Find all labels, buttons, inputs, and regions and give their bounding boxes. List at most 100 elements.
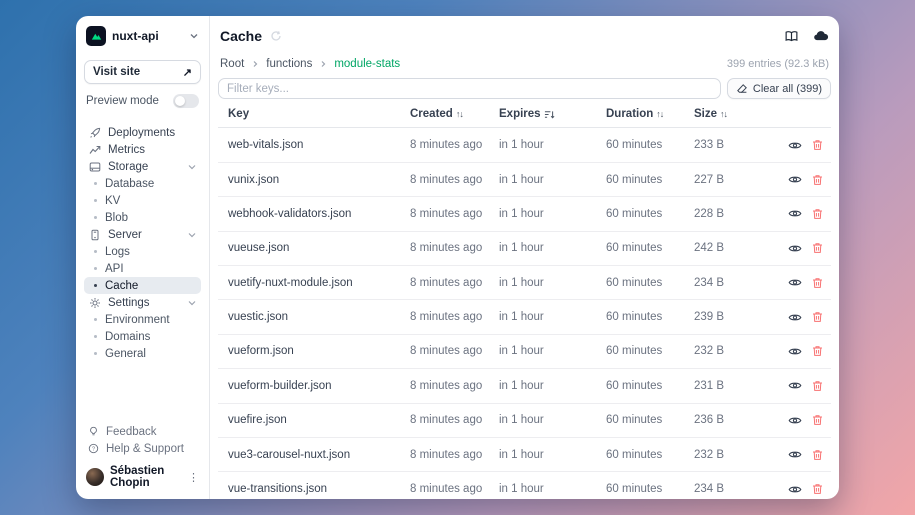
- view-eye-icon[interactable]: [788, 208, 802, 219]
- row-actions: [782, 449, 831, 461]
- sidebar-item-database[interactable]: Database: [84, 175, 201, 192]
- sidebar-nav: Deployments Metrics Storage Database K: [84, 124, 201, 362]
- view-eye-icon[interactable]: [788, 415, 802, 426]
- view-eye-icon[interactable]: [788, 380, 802, 391]
- column-header-created[interactable]: Created↑↓: [410, 108, 499, 120]
- sidebar-spacer: [84, 362, 201, 423]
- sidebar-item-metrics[interactable]: Metrics: [84, 141, 201, 158]
- row-actions: [782, 242, 831, 254]
- expires-cell: in 1 hour: [499, 414, 606, 426]
- help-support-button[interactable]: ? Help & Support: [84, 440, 201, 457]
- svg-text:?: ?: [92, 447, 95, 453]
- column-header-expires[interactable]: Expires: [499, 108, 606, 120]
- sort-icon[interactable]: ↑↓: [720, 109, 727, 119]
- breadcrumb-root[interactable]: Root: [220, 58, 244, 70]
- duration-cell: 60 minutes: [606, 277, 694, 289]
- view-eye-icon[interactable]: [788, 484, 802, 495]
- table-row: vue-transitions.json 8 minutes ago in 1 …: [218, 472, 831, 499]
- sidebar-item-deployments[interactable]: Deployments: [84, 124, 201, 141]
- table-header: Key Created↑↓ Expires Duration↑↓ Size↑↓: [218, 101, 831, 128]
- delete-trash-icon[interactable]: [812, 483, 823, 495]
- delete-trash-icon[interactable]: [812, 414, 823, 426]
- bullet-icon: [94, 284, 97, 287]
- delete-trash-icon[interactable]: [812, 139, 823, 151]
- delete-trash-icon[interactable]: [812, 380, 823, 392]
- view-eye-icon[interactable]: [788, 243, 802, 254]
- delete-trash-icon[interactable]: [812, 242, 823, 254]
- table-body: web-vitals.json 8 minutes ago in 1 hour …: [218, 128, 831, 499]
- help-circle-icon: ?: [88, 443, 99, 454]
- sidebar-item-kv[interactable]: KV: [84, 192, 201, 209]
- sidebar-item-general[interactable]: General: [84, 345, 201, 362]
- sidebar-item-storage[interactable]: Storage: [84, 158, 201, 175]
- delete-trash-icon[interactable]: [812, 449, 823, 461]
- expires-cell: in 1 hour: [499, 208, 606, 220]
- sort-icon[interactable]: ↑↓: [456, 109, 463, 119]
- preview-mode-toggle[interactable]: [173, 94, 199, 108]
- view-eye-icon[interactable]: [788, 346, 802, 357]
- breadcrumb-functions[interactable]: functions: [266, 58, 312, 70]
- sort-icon[interactable]: ↑↓: [656, 109, 663, 119]
- cache-key-cell: vuetify-nuxt-module.json: [218, 277, 410, 289]
- created-cell: 8 minutes ago: [410, 277, 499, 289]
- help-support-label: Help & Support: [106, 443, 184, 455]
- delete-trash-icon[interactable]: [812, 345, 823, 357]
- visit-site-button[interactable]: Visit site ↗: [84, 60, 201, 84]
- column-header-duration[interactable]: Duration↑↓: [606, 108, 694, 120]
- view-eye-icon[interactable]: [788, 277, 802, 288]
- bullet-icon: [94, 182, 97, 185]
- header-actions: [784, 30, 829, 43]
- table-row: vuetify-nuxt-module.json 8 minutes ago i…: [218, 266, 831, 300]
- breadcrumb-current[interactable]: module-stats: [334, 58, 400, 70]
- delete-trash-icon[interactable]: [812, 208, 823, 220]
- sidebar-item-blob[interactable]: Blob: [84, 209, 201, 226]
- row-actions: [782, 208, 831, 220]
- sidebar-item-environment[interactable]: Environment: [84, 311, 201, 328]
- row-actions: [782, 483, 831, 495]
- filter-keys-input[interactable]: [218, 78, 721, 99]
- project-switcher[interactable]: nuxt-api: [84, 24, 201, 50]
- cache-key-cell: vunix.json: [218, 174, 410, 186]
- expires-cell: in 1 hour: [499, 311, 606, 323]
- cache-key-cell: vueform-builder.json: [218, 380, 410, 392]
- size-cell: 228 B: [694, 208, 782, 220]
- kebab-menu-icon[interactable]: ⋮: [188, 471, 199, 484]
- sidebar-item-domains[interactable]: Domains: [84, 328, 201, 345]
- column-header-size[interactable]: Size↑↓: [694, 108, 782, 120]
- column-header-key[interactable]: Key: [218, 108, 410, 120]
- expires-cell: in 1 hour: [499, 380, 606, 392]
- sort-desc-icon[interactable]: [544, 109, 555, 120]
- sidebar-subitem-label: Blob: [105, 212, 128, 224]
- row-actions: [782, 174, 831, 186]
- view-eye-icon[interactable]: [788, 140, 802, 151]
- feedback-button[interactable]: Feedback: [84, 423, 201, 440]
- refresh-icon[interactable]: [270, 30, 282, 42]
- sidebar-item-cache[interactable]: Cache: [84, 277, 201, 294]
- view-eye-icon[interactable]: [788, 312, 802, 323]
- page-header: Cache: [218, 26, 831, 44]
- view-eye-icon[interactable]: [788, 174, 802, 185]
- avatar: [86, 468, 104, 486]
- docs-book-icon[interactable]: [784, 30, 799, 43]
- sidebar-subitem-label: KV: [105, 195, 120, 207]
- duration-cell: 60 minutes: [606, 449, 694, 461]
- created-cell: 8 minutes ago: [410, 139, 499, 151]
- cloud-icon[interactable]: [813, 30, 829, 42]
- user-menu[interactable]: Sébastien Chopin ⋮: [84, 457, 201, 491]
- clear-all-button[interactable]: Clear all (399): [727, 78, 831, 99]
- view-eye-icon[interactable]: [788, 449, 802, 460]
- sidebar-item-api[interactable]: API: [84, 260, 201, 277]
- sidebar-item-settings[interactable]: Settings: [84, 294, 201, 311]
- delete-trash-icon[interactable]: [812, 311, 823, 323]
- expires-cell: in 1 hour: [499, 277, 606, 289]
- sidebar-item-logs[interactable]: Logs: [84, 243, 201, 260]
- bullet-icon: [94, 199, 97, 202]
- delete-trash-icon[interactable]: [812, 174, 823, 186]
- chart-icon: [88, 144, 101, 156]
- server-icon: [88, 229, 101, 241]
- delete-trash-icon[interactable]: [812, 277, 823, 289]
- bullet-icon: [94, 250, 97, 253]
- table-row: vue3-carousel-nuxt.json 8 minutes ago in…: [218, 438, 831, 472]
- cache-key-cell: vuestic.json: [218, 311, 410, 323]
- sidebar-item-server[interactable]: Server: [84, 226, 201, 243]
